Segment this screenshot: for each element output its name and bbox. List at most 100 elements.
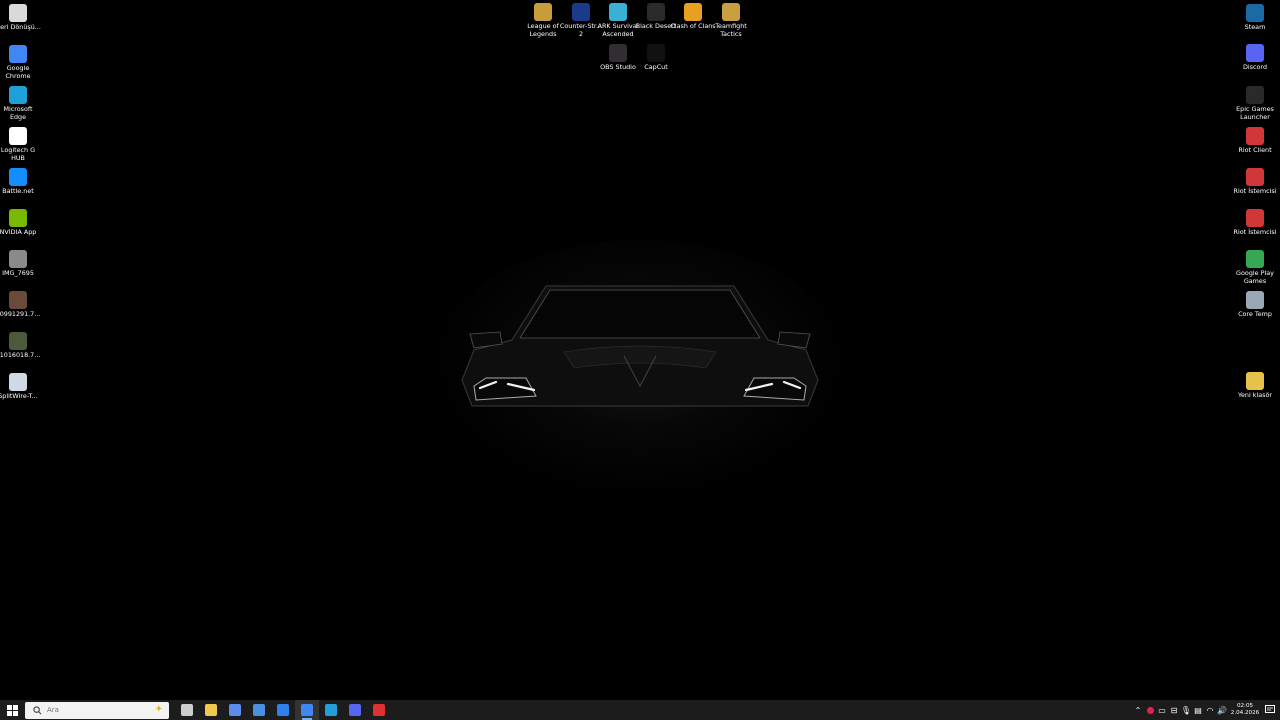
desktop-icon-label: Battle.net <box>2 187 34 195</box>
microphone-icon[interactable]: 🎙 <box>1180 700 1192 720</box>
desktop-icon-battlenet[interactable]: Battle.net <box>0 168 37 196</box>
start-button[interactable] <box>0 700 24 720</box>
task-view-icon <box>181 704 193 716</box>
taskbar-app-file-explorer[interactable] <box>199 700 223 720</box>
taskbar-app-edge[interactable] <box>319 700 343 720</box>
notification-center-icon[interactable] <box>1260 700 1280 720</box>
desktop-icon-nvidia[interactable]: NVIDIA App <box>0 209 37 237</box>
clock[interactable]: 02:05 2.04.2026 <box>1230 703 1260 717</box>
splitwire-icon <box>9 373 27 391</box>
desktop-icon-league[interactable]: League of Legends <box>524 3 562 38</box>
taskbar-app-copilot[interactable] <box>223 700 247 720</box>
desktop-icon-label: Riot İstemcisi <box>1233 187 1277 195</box>
desktop-icon-splitwire[interactable]: SplitWire-T... <box>0 373 38 401</box>
desktop-icon-label: Logitech G HUB <box>0 146 36 162</box>
edge-icon <box>9 86 27 104</box>
tft-icon <box>722 3 740 21</box>
desktop-icon-recycle-bin[interactable]: Geri Dönüşü... <box>0 4 41 32</box>
steam-icon <box>1246 4 1264 22</box>
desktop-icon-label: Epic Games Launcher <box>1236 105 1274 121</box>
nvidia-icon <box>9 209 27 227</box>
desktop-icon-label: Yeni klasör <box>1237 391 1273 399</box>
clash-icon <box>684 3 702 21</box>
desktop: Geri Dönüşü... Google Chrome Microsoft Edg… <box>0 0 1280 700</box>
black-desert-icon <box>647 3 665 21</box>
image-file-icon <box>9 291 27 309</box>
show-hidden-icons-chevron-icon[interactable]: ⌃ <box>1132 700 1144 720</box>
chrome-icon <box>301 704 313 716</box>
image-file-icon <box>9 332 27 350</box>
discord-icon <box>349 704 361 716</box>
desktop-icon-label: Microsoft Edge <box>3 105 33 121</box>
usb-tray-icon[interactable]: ⊟ <box>1168 700 1180 720</box>
taskbar-app-task-view[interactable] <box>175 700 199 720</box>
search-input[interactable] <box>47 706 127 714</box>
desktop-icon-chrome[interactable]: Google Chrome <box>0 45 37 80</box>
desktop-icon-obs[interactable]: OBS Studio <box>599 44 637 72</box>
system-tray: ⌃ ▭ ⊟ 🎙 ▤ ◠ 🔊 02:05 2.04.2026 <box>1132 700 1280 720</box>
cs2-icon <box>572 3 590 21</box>
desktop-icon-tft[interactable]: Teamfight Tactics <box>712 3 750 38</box>
device-tray-icon[interactable]: ▭ <box>1156 700 1168 720</box>
desktop-icon-steam[interactable]: Steam <box>1236 4 1274 32</box>
desktop-icon-edge[interactable]: Microsoft Edge <box>0 86 37 121</box>
taskbar-app-chrome[interactable] <box>295 700 319 720</box>
desktop-icon-label: Riot İstemcisi <box>1233 228 1277 236</box>
desktop-icon-clash[interactable]: Clash of Clans <box>670 3 716 31</box>
obs-icon <box>373 704 385 716</box>
mail-icon <box>277 704 289 716</box>
desktop-icon-ark[interactable]: ARK Survival Ascended <box>598 3 638 38</box>
riot-icon <box>1246 209 1264 227</box>
taskbar-app-discord[interactable] <box>343 700 367 720</box>
desktop-icon-capcut[interactable]: CapCut <box>637 44 675 72</box>
desktop-icon-label: Google Chrome <box>5 64 31 80</box>
wifi-icon[interactable]: ◠ <box>1204 700 1216 720</box>
desktop-icon-image-file[interactable]: 21016018.7... <box>0 332 40 360</box>
chrome-icon <box>9 45 27 63</box>
capcut-icon <box>647 44 665 62</box>
recycle-bin-icon <box>9 4 27 22</box>
desktop-icon-discord[interactable]: Discord <box>1236 44 1274 72</box>
clock-date: 2.04.2026 <box>1230 710 1260 716</box>
desktop-icon-label: Steam <box>1244 23 1266 31</box>
store-icon <box>253 704 265 716</box>
taskbar-app-store[interactable] <box>247 700 271 720</box>
epic-icon <box>1246 86 1264 104</box>
desktop-icon-label: NVIDIA App <box>0 228 37 236</box>
search-highlight-icon: ✦ <box>154 703 163 715</box>
taskbar-search-box[interactable]: ✦ <box>25 701 169 719</box>
desktop-icon-label: 20991291.7... <box>0 310 41 318</box>
volume-icon[interactable]: 🔊 <box>1216 700 1228 720</box>
desktop-icon-riot[interactable]: Riot Client <box>1236 127 1274 155</box>
wallpaper-car <box>461 285 819 407</box>
taskbar-app-obs[interactable] <box>367 700 391 720</box>
taskbar-app-mail[interactable] <box>271 700 295 720</box>
desktop-icon-logitech[interactable]: Logitech G HUB <box>0 127 37 162</box>
edge-icon <box>325 704 337 716</box>
riot-icon <box>1246 127 1264 145</box>
desktop-icon-folder[interactable]: Yeni klasör <box>1236 372 1274 400</box>
file-explorer-icon <box>205 704 217 716</box>
desktop-icon-core-temp[interactable]: Core Temp <box>1236 291 1274 319</box>
desktop-icon-play-games[interactable]: Google Play Games <box>1236 250 1274 285</box>
desktop-icon-label: CapCut <box>644 63 668 71</box>
taskbar: ✦ ⌃ ▭ ⊟ 🎙 ▤ ◠ 🔊 02:05 2.04.2026 <box>0 700 1280 720</box>
search-icon <box>31 704 43 716</box>
desktop-icon-label: Riot Client <box>1238 146 1272 154</box>
desktop-icon-epic[interactable]: Epic Games Launcher <box>1236 86 1274 121</box>
desktop-icon-label: 21016018.7... <box>0 351 41 359</box>
league-icon <box>534 3 552 21</box>
desktop-icon-riot[interactable]: Riot İstemcisi <box>1234 168 1276 196</box>
battlenet-icon <box>9 168 27 186</box>
desktop-icon-image-file[interactable]: IMG_7695 <box>0 250 37 278</box>
desktop-icon-label: SplitWire-T... <box>0 392 38 400</box>
windows-logo-icon <box>6 704 18 716</box>
riot-icon <box>1246 168 1264 186</box>
clock-time: 02:05 <box>1236 703 1254 709</box>
desktop-icon-riot[interactable]: Riot İstemcisi <box>1234 209 1276 237</box>
desktop-icon-image-file[interactable]: 20991291.7... <box>0 291 40 319</box>
recording-tray-icon[interactable] <box>1144 700 1156 720</box>
desktop-icon-label: Google Play Games <box>1236 269 1274 285</box>
folder-icon <box>1246 372 1264 390</box>
network-icon[interactable]: ▤ <box>1192 700 1204 720</box>
